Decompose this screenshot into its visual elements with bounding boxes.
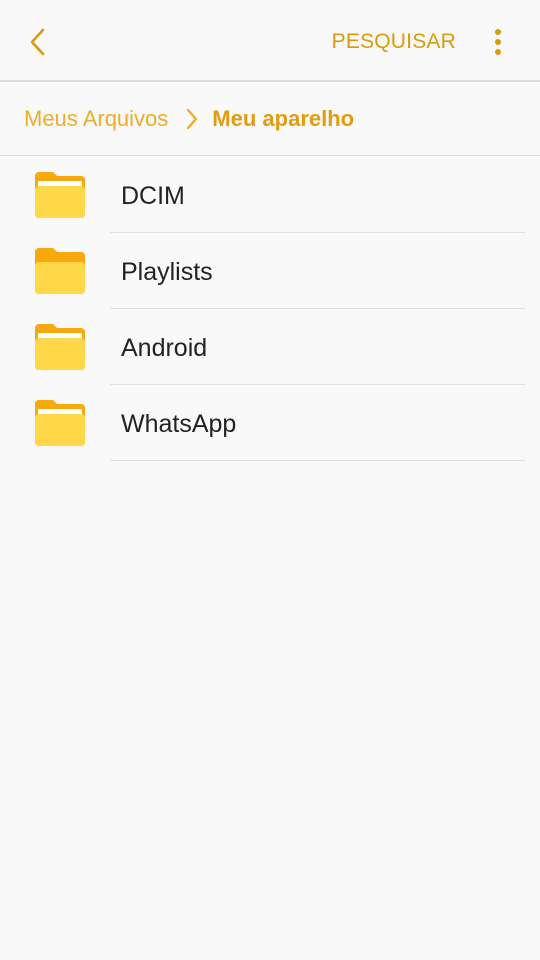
- folder-icon: [35, 172, 85, 218]
- more-options-button[interactable]: [478, 20, 518, 64]
- folder-name: WhatsApp: [121, 410, 237, 438]
- breadcrumb-root[interactable]: Meus Arquivos: [24, 106, 168, 132]
- breadcrumb-current: Meu aparelho: [212, 105, 355, 131]
- list-item[interactable]: Playlists: [0, 233, 540, 309]
- search-button[interactable]: PESQUISAR: [332, 24, 456, 60]
- chevron-right-icon: [187, 108, 198, 129]
- top-toolbar: PESQUISAR: [0, 0, 540, 82]
- folder-icon: [35, 324, 85, 370]
- folder-name: DCIM: [121, 182, 185, 210]
- list-item[interactable]: DCIM: [0, 157, 540, 233]
- back-button[interactable]: [14, 18, 62, 66]
- folder-list: DCIM Playlists Android WhatsApp: [0, 157, 540, 461]
- divider: [110, 460, 525, 461]
- folder-icon: [35, 248, 85, 294]
- breadcrumb-separator: [186, 108, 198, 130]
- list-item[interactable]: Android: [0, 309, 540, 385]
- file-manager-screen: PESQUISAR Meus Arquivos Meu aparelho DCI…: [0, 0, 540, 960]
- list-item[interactable]: WhatsApp: [0, 385, 540, 461]
- chevron-left-icon: [30, 28, 45, 56]
- breadcrumb: Meus Arquivos Meu aparelho: [0, 82, 540, 156]
- folder-icon: [35, 400, 85, 446]
- folder-name: Android: [121, 334, 208, 362]
- more-vertical-icon: [495, 29, 501, 55]
- folder-name: Playlists: [121, 258, 213, 286]
